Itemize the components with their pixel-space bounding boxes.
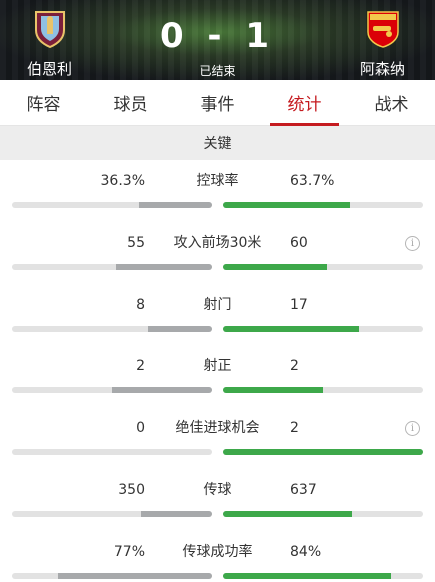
away-team-name: 阿森纳	[360, 60, 406, 78]
away-stat-bar-fill	[223, 263, 327, 270]
section-title: 关键	[0, 126, 435, 160]
home-stat-bar	[12, 325, 212, 332]
home-stat-bar	[12, 263, 212, 270]
home-stat-bar-fill	[139, 202, 212, 208]
away-stat-bar-fill	[223, 325, 359, 332]
stat-label: 传球	[203, 481, 232, 498]
match-tabs: 阵容 球员 事件 统计 战术	[0, 80, 435, 126]
home-stat-bar-fill	[58, 572, 212, 579]
stat-label: 绝佳进球机会	[175, 420, 260, 437]
tab-lineup[interactable]: 阵容	[0, 80, 87, 125]
stat-row: 55 攻入前场30米 60 i	[0, 222, 435, 284]
home-stat-bar	[12, 510, 212, 517]
tab-players[interactable]: 球员	[87, 80, 174, 125]
away-stat-bar-fill	[223, 449, 423, 456]
away-stat-value: 2	[290, 358, 299, 375]
info-icon[interactable]: i	[405, 235, 420, 251]
stat-label: 传球成功率	[182, 543, 253, 560]
away-stat-bar	[223, 387, 423, 394]
away-stat-bar-fill	[223, 387, 323, 394]
home-stat-bar-fill	[141, 510, 212, 517]
home-stat-bar	[12, 202, 212, 208]
away-stat-bar-fill	[223, 202, 351, 208]
home-stat-bar	[12, 387, 212, 394]
stat-label: 射门	[203, 296, 232, 313]
away-stat-bar	[223, 510, 423, 517]
away-stat-value: 2	[290, 420, 299, 437]
away-stat-value: 60	[290, 234, 308, 251]
away-stat-bar	[223, 325, 423, 332]
stat-label: 控球率	[196, 173, 239, 189]
match-header: 伯恩利 0 - 1 已结束 阿森纳	[0, 0, 435, 80]
away-stat-value: 84%	[290, 543, 322, 560]
stat-label: 攻入前场30米	[173, 234, 262, 251]
away-stat-bar	[223, 572, 423, 579]
stat-row: 77% 传球成功率 84%	[0, 531, 435, 582]
away-stat-bar	[223, 202, 423, 208]
away-stat-bar-fill	[223, 572, 391, 579]
away-stat-value: 17	[290, 296, 308, 313]
stat-row: 8 射门 17	[0, 284, 435, 346]
home-stat-bar-fill	[112, 387, 212, 394]
away-stat-bar	[223, 263, 423, 270]
home-stat-bar	[12, 449, 212, 456]
tab-tactics[interactable]: 战术	[348, 80, 435, 125]
home-stat-bar-fill	[116, 263, 212, 270]
tab-events[interactable]: 事件	[174, 80, 261, 125]
stat-label: 射正	[203, 358, 232, 375]
away-stat-bar-fill	[223, 510, 352, 517]
away-stat-value: 637	[290, 481, 317, 498]
stat-row: 350 传球 637	[0, 469, 435, 531]
stat-row: 2 射正 2	[0, 345, 435, 407]
stat-row: 0 绝佳进球机会 2 i	[0, 407, 435, 469]
home-stat-bar-fill	[148, 325, 212, 332]
stat-row: 36.3% 控球率 63.7%	[0, 160, 435, 222]
away-stat-value: 63.7%	[290, 173, 335, 189]
home-stat-bar	[12, 572, 212, 579]
stats-list: 36.3% 控球率 63.7% 55 攻入前场30米 60 i 8 射门 17 2 射正 2 0 绝佳进球机…	[0, 160, 435, 582]
tab-stats[interactable]: 统计	[261, 80, 348, 126]
away-stat-bar	[223, 449, 423, 456]
arsenal-crest-icon	[367, 11, 399, 48]
